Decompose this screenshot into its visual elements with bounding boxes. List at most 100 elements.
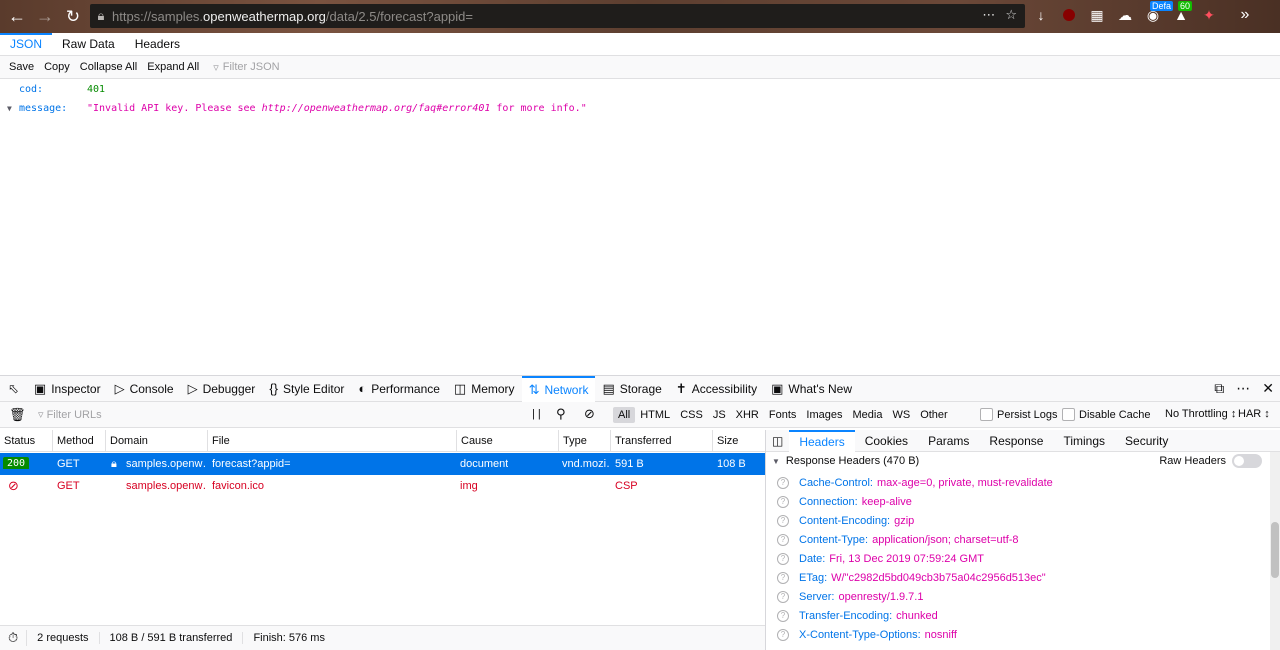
search-icon[interactable]: ⚲ (556, 406, 566, 422)
more-options-icon[interactable]: ⋯ (1236, 380, 1250, 397)
timer-icon[interactable]: ⏱︎ (0, 630, 28, 646)
library-icon[interactable]: ▦ (1086, 4, 1108, 26)
help-icon[interactable]: ? (777, 552, 789, 565)
dock-icon[interactable]: ⧉ (1214, 380, 1224, 397)
tab-memory[interactable]: ◫ Memory (447, 376, 522, 402)
disable-cache-checkbox[interactable]: Disable Cache (1062, 408, 1151, 421)
page-actions-icon[interactable]: ⋯ (982, 7, 995, 23)
help-icon[interactable]: ? (777, 628, 789, 641)
persist-logs-checkbox[interactable]: Persist Logs (980, 408, 1058, 421)
download-icon[interactable]: ↓ (1030, 4, 1052, 26)
filter-type-html[interactable]: HTML (635, 407, 675, 423)
column-status[interactable]: Status (4, 435, 35, 447)
copy-button[interactable]: Copy (40, 58, 74, 76)
filter-type-media[interactable]: Media (847, 407, 887, 423)
tab-json[interactable]: JSON (0, 33, 53, 56)
expand-all-button[interactable]: Expand All (143, 58, 203, 76)
help-icon[interactable]: ? (777, 514, 789, 527)
table-row[interactable]: 200 GET 🔒︎ samples.openw… forecast?appid… (0, 453, 765, 475)
header-row[interactable]: ? Date: Fri, 13 Dec 2019 07:59:24 GMT (766, 549, 1280, 568)
header-row[interactable]: ? Content-Encoding: gzip (766, 511, 1280, 530)
puzzle-icon[interactable]: ✦ (1198, 4, 1220, 26)
filter-type-xhr[interactable]: XHR (731, 407, 764, 423)
tab-headers[interactable]: Headers (125, 33, 190, 56)
column-size[interactable]: Size (717, 435, 738, 447)
toggle-switch[interactable] (1232, 454, 1262, 468)
header-row[interactable]: ? Connection: keep-alive (766, 492, 1280, 511)
filter-type-js[interactable]: JS (708, 407, 731, 423)
har-menu[interactable]: HAR ↕ (1238, 408, 1270, 420)
tab-network[interactable]: ⇅ Network (521, 375, 596, 402)
forward-icon[interactable]: → (32, 4, 58, 30)
scroll-thumb[interactable] (1271, 522, 1279, 578)
column-transferred[interactable]: Transferred (615, 435, 671, 447)
url-bar[interactable]: 🔒︎ https://samples. openweathermap.org/da… (90, 4, 1025, 28)
column-cause[interactable]: Cause (461, 435, 493, 447)
close-icon[interactable]: ✕ (1262, 380, 1274, 397)
help-icon[interactable]: ? (777, 571, 789, 584)
json-row-message[interactable]: ▼ message: "Invalid API key. Please see … (0, 99, 1280, 118)
filter-type-other[interactable]: Other (915, 407, 953, 423)
pause-icon[interactable]: | | (532, 408, 541, 420)
tab-timings[interactable]: Timings (1053, 430, 1115, 452)
tab-response[interactable]: Response (979, 430, 1053, 452)
header-row[interactable]: ? X-Content-Type-Options: nosniff (766, 625, 1280, 644)
header-row[interactable]: ? Transfer-Encoding: chunked (766, 606, 1280, 625)
help-icon[interactable]: ? (777, 533, 789, 546)
filter-type-css[interactable]: CSS (675, 407, 708, 423)
raw-headers-toggle[interactable]: Raw Headers (1159, 454, 1262, 468)
help-icon[interactable]: ? (777, 495, 789, 508)
header-row[interactable]: ? Content-Type: application/json; charset=… (766, 530, 1280, 549)
tab-debugger[interactable]: ▷ Debugger (181, 376, 263, 402)
element-picker-icon[interactable]: ⬁ (0, 376, 27, 402)
tab-accessibility[interactable]: ✝ Accessibility (669, 376, 764, 402)
tab-security[interactable]: Security (1115, 430, 1178, 452)
tab-raw-data[interactable]: Raw Data (52, 33, 125, 56)
help-icon[interactable]: ? (777, 609, 789, 622)
header-row[interactable]: ? Server: openresty/1.9.7.1 (766, 587, 1280, 606)
trash-icon[interactable]: 🗑︎ (9, 407, 26, 423)
tab-console[interactable]: ▷ Console (108, 376, 181, 402)
scrollbar[interactable] (1270, 452, 1280, 650)
sidebar-toggle-icon[interactable]: ◫ (766, 434, 789, 448)
filter-type-images[interactable]: Images (801, 407, 847, 423)
checkbox-box[interactable] (980, 408, 993, 421)
help-icon[interactable]: ? (777, 476, 789, 489)
overflow-menu-icon[interactable]: » (1234, 4, 1256, 26)
tab-style-editor[interactable]: {} Style Editor (262, 376, 351, 402)
reload-icon[interactable]: ↻ (60, 4, 86, 30)
extension-icon[interactable]: ☁ (1114, 4, 1136, 26)
back-icon[interactable]: ← (4, 4, 30, 30)
block-icon[interactable]: ⊘ (584, 406, 595, 422)
tab-performance[interactable]: ◐ Performance (351, 376, 447, 402)
column-type[interactable]: Type (563, 435, 587, 447)
bookmark-star-icon[interactable]: ☆ (1005, 7, 1017, 23)
filter-urls-input[interactable]: ▿ Filter URLs (38, 408, 102, 421)
save-button[interactable]: Save (5, 58, 38, 76)
column-method[interactable]: Method (57, 435, 94, 447)
json-value-link[interactable]: http://openweathermap.org/faq#error401 (262, 103, 491, 114)
filter-type-fonts[interactable]: Fonts (764, 407, 802, 423)
header-row[interactable]: ? ETag: W/"c2982d5bd049cb3b75a04c2956d513e… (766, 568, 1280, 587)
filter-type-all[interactable]: All (613, 407, 636, 423)
tab-inspector[interactable]: ▣ Inspector (27, 376, 108, 402)
collapse-arrow-icon[interactable]: ▼ (772, 457, 780, 466)
filter-type-ws[interactable]: WS (887, 407, 915, 423)
help-icon[interactable]: ? (777, 590, 789, 603)
column-domain[interactable]: Domain (110, 435, 148, 447)
header-row[interactable]: ? Cache-Control: max-age=0, private, must-… (766, 473, 1280, 492)
checkbox-box[interactable] (1062, 408, 1075, 421)
table-row[interactable]: ⊘ GET samples.openw… favicon.ico img CSP (0, 475, 765, 497)
ublock-icon[interactable] (1058, 4, 1080, 26)
notification-icon[interactable]: ▲ 60 (1170, 1, 1193, 26)
collapse-all-button[interactable]: Collapse All (76, 58, 141, 76)
tab-params[interactable]: Params (918, 430, 979, 452)
throttling-select[interactable]: No Throttling ↕ (1165, 408, 1236, 420)
json-filter-input[interactable]: ▿ Filter JSON (213, 61, 279, 74)
expand-arrow-icon[interactable]: ▼ (7, 104, 19, 113)
tab-headers[interactable]: Headers (789, 429, 855, 452)
tab-storage[interactable]: ▤ Storage (595, 376, 668, 402)
column-file[interactable]: File (212, 435, 230, 447)
container-icon[interactable]: ◉ Defa (1142, 1, 1174, 26)
tab-whats-new[interactable]: ▣ What's New (764, 376, 859, 402)
